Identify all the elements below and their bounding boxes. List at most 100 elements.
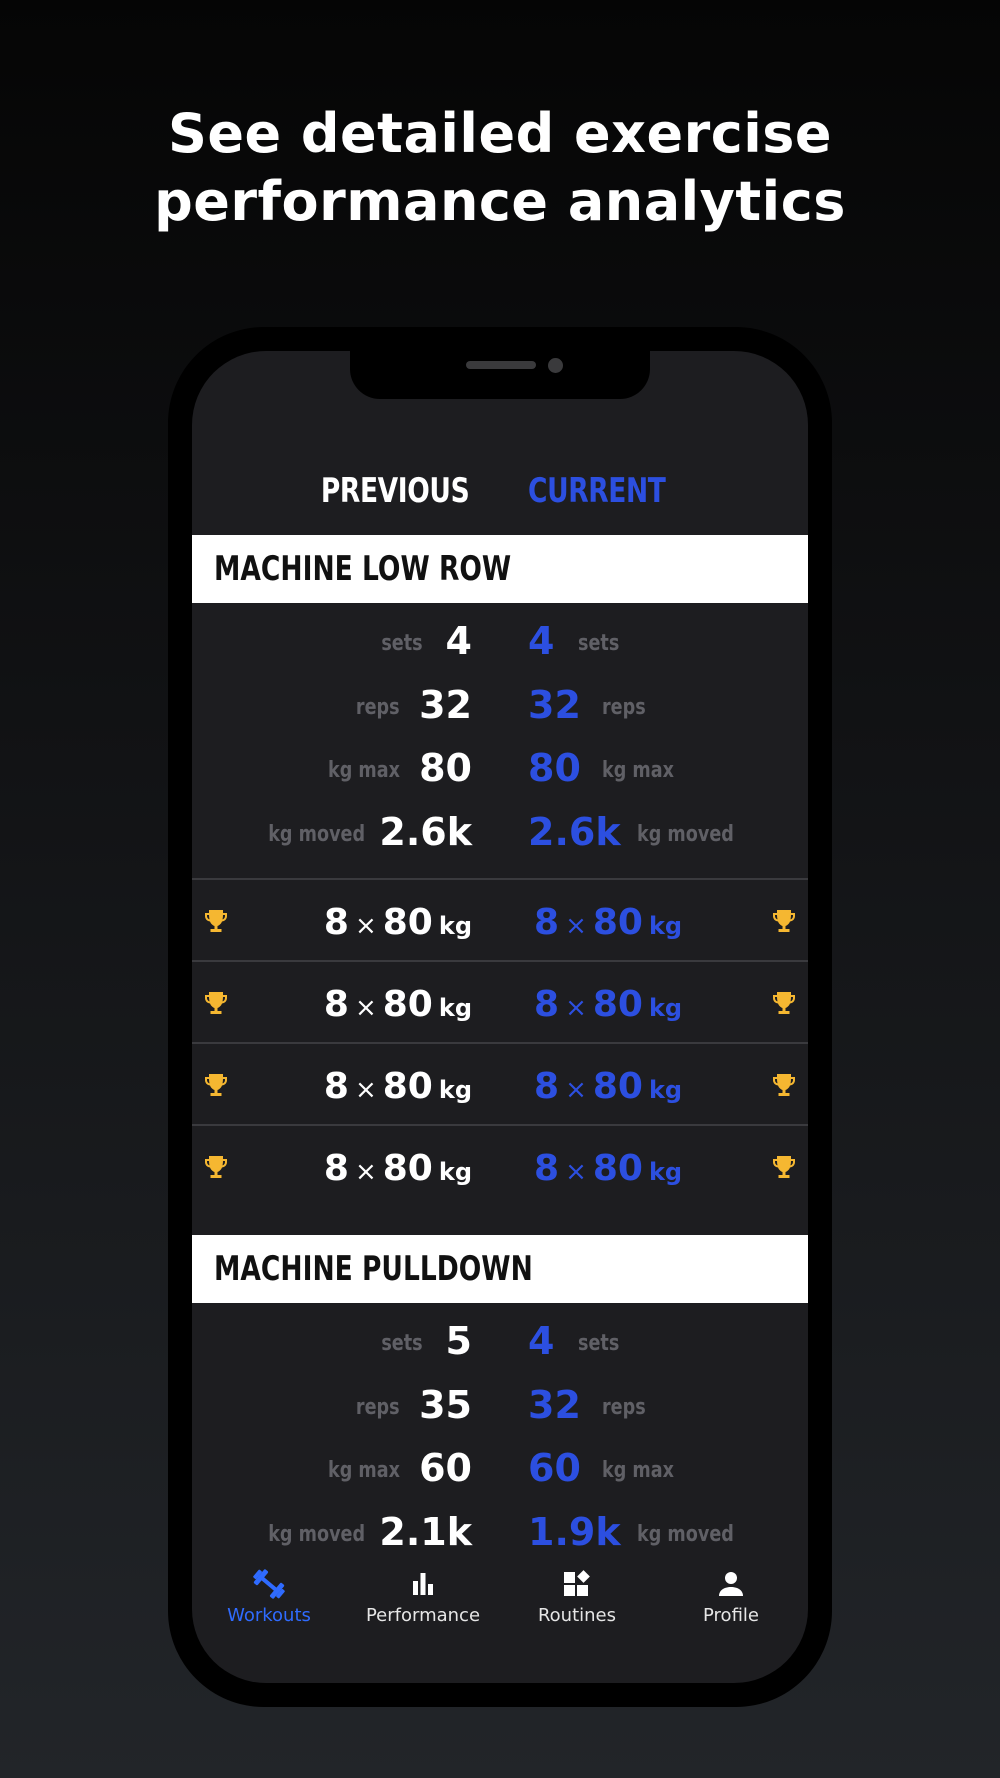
set-unit: kg	[438, 994, 472, 1022]
stat-value-previous: 2.6k	[379, 810, 472, 854]
set-previous: 8 × 80 kg	[324, 1148, 472, 1189]
trophy-icon	[205, 910, 227, 932]
set-reps: 8	[534, 902, 560, 943]
trophy-icon	[205, 992, 227, 1014]
stat-row-kg-moved: kg moved 2.1k 1.9k kg moved	[192, 1506, 808, 1566]
tab-routines[interactable]: Routines	[500, 1559, 654, 1649]
set-current: 8 × 80 kg	[534, 1066, 682, 1107]
tab-label: Routines	[537, 1605, 617, 1626]
set-unit: kg	[648, 912, 683, 940]
trophy-icon	[205, 1156, 227, 1178]
stat-row-reps: reps 32 32 reps	[192, 679, 808, 739]
set-reps: 8	[323, 984, 349, 1025]
exercise-header[interactable]: MACHINE PULLDOWN	[192, 1235, 808, 1303]
set-times: ×	[565, 911, 587, 941]
stat-value-current: 4	[528, 1319, 555, 1363]
routines-icon	[564, 1570, 590, 1596]
headline-line-1: See detailed exercise	[167, 102, 833, 165]
stat-label-current: reps	[602, 1395, 646, 1420]
stat-value-current: 32	[528, 1383, 581, 1427]
set-weight: 80	[382, 1148, 433, 1189]
set-times: ×	[565, 1157, 587, 1187]
person-icon	[719, 1572, 743, 1596]
stat-value-previous: 2.1k	[379, 1510, 472, 1554]
set-previous: 8 × 80 kg	[324, 902, 472, 943]
column-header-current: CURRENT	[528, 471, 666, 511]
stat-label-current: sets	[578, 631, 620, 656]
trophy-icon	[773, 1074, 795, 1096]
stat-label-previous: kg moved	[268, 822, 365, 847]
stat-value-previous: 60	[419, 1446, 472, 1490]
speaker-grille	[466, 361, 536, 369]
set-weight: 80	[382, 984, 433, 1025]
stat-label-previous: kg max	[328, 758, 400, 783]
set-previous: 8 × 80 kg	[324, 984, 472, 1025]
set-times: ×	[354, 993, 377, 1023]
stat-value-previous: 32	[419, 683, 472, 727]
set-reps: 8	[534, 984, 560, 1025]
stat-row-sets: sets 5 4 sets	[192, 1315, 808, 1375]
set-unit: kg	[438, 1076, 472, 1104]
phone-frame: PREVIOUS CURRENT MACHINE LOW ROW sets 4 …	[168, 327, 832, 1707]
set-row[interactable]: 8 × 80 kg 8 × 80 kg	[192, 960, 808, 1044]
stat-value-previous: 35	[419, 1383, 472, 1427]
set-unit: kg	[648, 994, 683, 1022]
front-camera	[548, 358, 563, 373]
tab-bar: Workouts Performance Routines Profile	[192, 1559, 808, 1649]
stat-row-kg-max: kg max 80 80 kg max	[192, 742, 808, 802]
exercise-header[interactable]: MACHINE LOW ROW	[192, 535, 808, 603]
tab-label: Profile	[703, 1605, 759, 1626]
stat-value-current: 32	[528, 683, 581, 727]
set-row[interactable]: 8 × 80 kg 8 × 80 kg	[192, 1124, 808, 1208]
stat-value-current: 1.9k	[528, 1510, 621, 1554]
stat-value-previous: 4	[445, 619, 472, 663]
set-row[interactable]: 8 × 80 kg 8 × 80 kg	[192, 878, 808, 962]
stat-row-reps: reps 35 32 reps	[192, 1379, 808, 1439]
tab-performance[interactable]: Performance	[346, 1559, 500, 1649]
stat-value-current: 4	[528, 619, 555, 663]
stat-row-sets: sets 4 4 sets	[192, 615, 808, 675]
headline: See detailed exercise performance analyt…	[0, 100, 1000, 236]
stat-label-previous: kg moved	[268, 1522, 365, 1547]
set-current: 8 × 80 kg	[534, 1148, 682, 1189]
stat-value-current: 80	[528, 746, 581, 790]
stat-value-current: 2.6k	[528, 810, 621, 854]
set-weight: 80	[592, 1066, 643, 1107]
trophy-icon	[773, 992, 795, 1014]
stat-row-kg-moved: kg moved 2.6k 2.6k kg moved	[192, 806, 808, 866]
set-weight: 80	[382, 1066, 433, 1107]
exercise-title: MACHINE PULLDOWN	[214, 1249, 533, 1289]
stat-label-current: reps	[602, 695, 646, 720]
tab-workouts[interactable]: Workouts	[192, 1559, 346, 1649]
stat-row-kg-max: kg max 60 60 kg max	[192, 1442, 808, 1502]
stat-label-current: kg max	[602, 758, 674, 783]
stat-label-previous: sets	[381, 631, 423, 656]
headline-line-2: performance analytics	[154, 170, 846, 233]
stat-label-previous: sets	[381, 1331, 423, 1356]
set-weight: 80	[592, 984, 643, 1025]
set-weight: 80	[592, 902, 643, 943]
bar-chart-icon	[413, 1573, 433, 1595]
set-reps: 8	[534, 1066, 560, 1107]
stat-label-current: kg moved	[637, 822, 734, 847]
set-unit: kg	[648, 1158, 683, 1186]
set-row[interactable]: 8 × 80 kg 8 × 80 kg	[192, 1042, 808, 1126]
set-weight: 80	[592, 1148, 643, 1189]
phone-notch	[350, 351, 650, 399]
set-weight: 80	[382, 902, 433, 943]
trophy-icon	[773, 1156, 795, 1178]
set-times: ×	[354, 911, 377, 941]
stat-value-previous: 5	[445, 1319, 472, 1363]
trophy-icon	[205, 1074, 227, 1096]
stat-value-current: 60	[528, 1446, 581, 1490]
set-current: 8 × 80 kg	[534, 902, 682, 943]
stat-value-previous: 80	[419, 746, 472, 790]
set-reps: 8	[323, 902, 349, 943]
exercise-title: MACHINE LOW ROW	[214, 549, 512, 589]
stat-label-previous: reps	[356, 1395, 400, 1420]
column-header-previous: PREVIOUS	[320, 471, 470, 511]
tab-label: Performance	[365, 1605, 481, 1626]
stat-label-current: kg max	[602, 1458, 674, 1483]
tab-profile[interactable]: Profile	[654, 1559, 808, 1649]
set-previous: 8 × 80 kg	[324, 1066, 472, 1107]
